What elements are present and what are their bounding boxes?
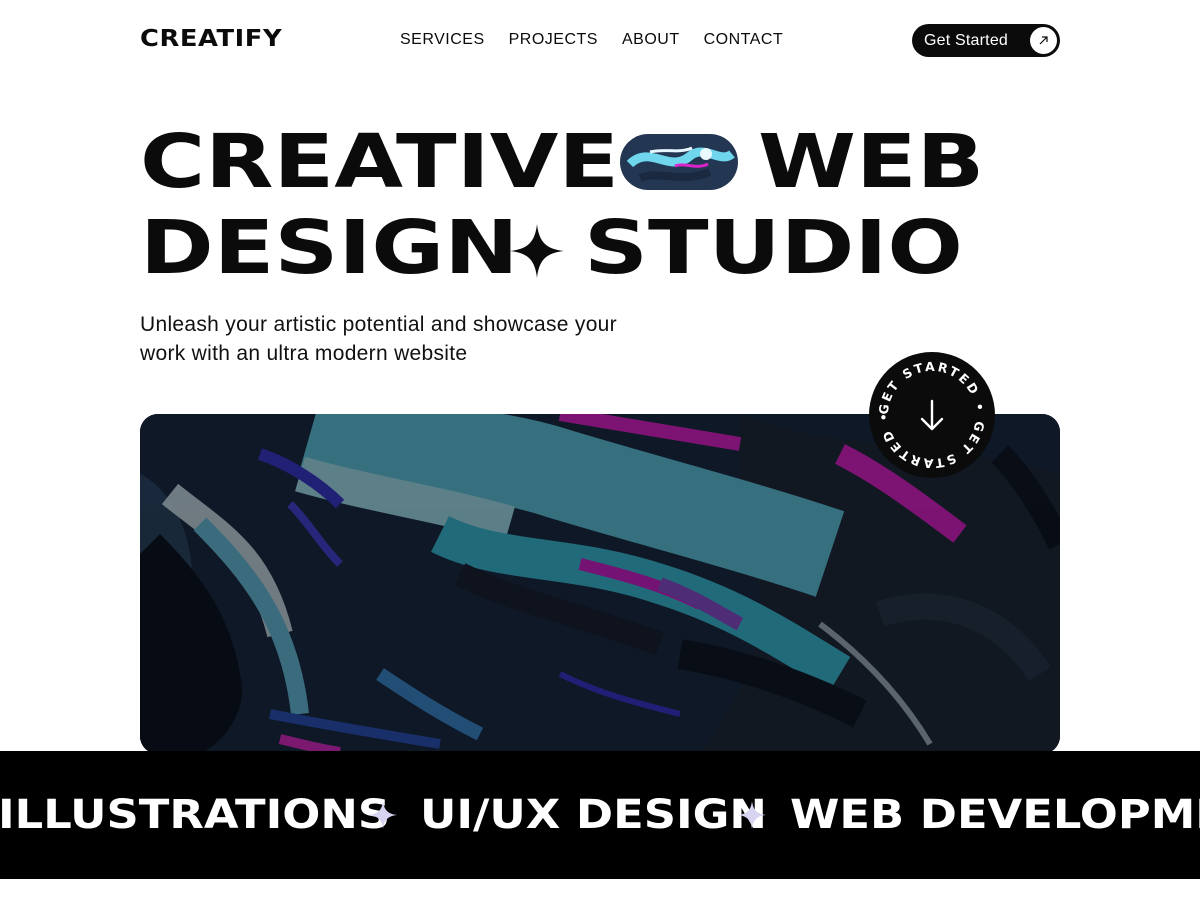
hero-pill-image: [620, 134, 738, 190]
get-started-label: Get Started: [924, 31, 1009, 49]
get-started-button[interactable]: Get Started: [912, 24, 1060, 57]
ticker-item-web-development: WEB DEVELOPMEN: [790, 792, 1200, 838]
arrow-up-right-icon: [1030, 27, 1057, 54]
hero-word-creative: CREATIVE: [140, 119, 620, 205]
top-nav: CREATIFY SERVICES PROJECTS ABOUT CONTACT…: [0, 0, 1200, 80]
nav-link-services[interactable]: SERVICES: [400, 31, 485, 49]
nav-link-projects[interactable]: PROJECTS: [509, 31, 598, 49]
brand-logo[interactable]: CREATIFY: [140, 26, 282, 52]
nav-link-about[interactable]: ABOUT: [622, 31, 680, 49]
hero-subtitle-line-1: Unleash your artistic potential and show…: [140, 313, 617, 336]
sparkle-icon: [508, 222, 566, 280]
hero-word-web: WEB: [758, 119, 985, 205]
ticker-item-ui-ux-design: UI/UX DESIGN: [420, 792, 767, 838]
services-ticker: ILLUSTRATIONS UI/UX DESIGN WEB DEVELOPME…: [0, 751, 1200, 879]
hero-subtitle-line-2: work with an ultra modern website: [140, 342, 468, 365]
hero-line-1: CREATIVE WEB: [140, 122, 1040, 202]
sparkle-icon: [368, 800, 398, 830]
hero-subtitle: Unleash your artistic potential and show…: [140, 310, 740, 368]
hero-word-design: DESIGN: [140, 205, 519, 291]
sparkle-icon: [737, 800, 767, 830]
get-started-badge[interactable]: GET STARTED • GET STARTED •: [868, 351, 996, 479]
ticker-item-illustrations: ILLUSTRATIONS: [0, 792, 391, 838]
nav-links: SERVICES PROJECTS ABOUT CONTACT: [400, 31, 783, 49]
hero-line-2: DESIGN STUDIO: [140, 208, 1040, 288]
nav-link-contact[interactable]: CONTACT: [704, 31, 784, 49]
hero-word-studio: STUDIO: [584, 205, 963, 291]
